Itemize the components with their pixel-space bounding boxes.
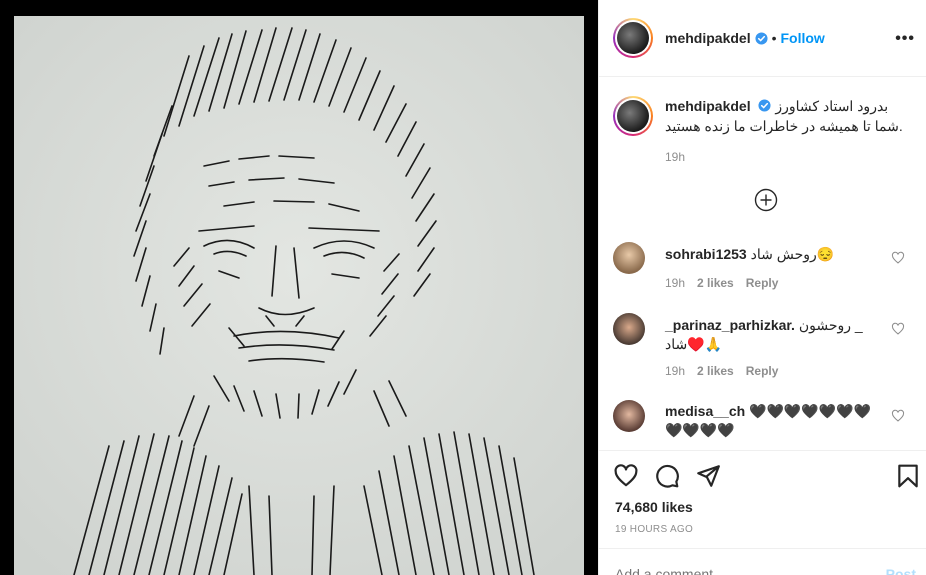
like-comment-heart-icon[interactable]	[891, 322, 905, 336]
caption: mehdipakdel بدرود استاد کشاورز شما تا هم…	[613, 96, 913, 164]
separator-dot: •	[771, 30, 777, 46]
post-timestamp[interactable]: 19 HOURS AGO	[615, 524, 693, 535]
caption-timestamp[interactable]: 19h	[665, 150, 685, 164]
comment-text-continued: شاد♥️🙏	[665, 336, 723, 352]
post-media-pane	[0, 0, 598, 575]
likes-count[interactable]: 74,680 likes	[615, 499, 693, 515]
verified-badge-icon	[755, 31, 768, 45]
comment-text: 🖤🖤🖤🖤🖤🖤🖤	[749, 403, 872, 419]
add-comment-input[interactable]	[615, 566, 855, 575]
comment-body: sohrabi1253 روحش شاد😔	[665, 245, 885, 264]
divider	[599, 450, 926, 451]
comment-body: medisa__ch 🖤🖤🖤🖤🖤🖤🖤 🖤🖤🖤🖤	[665, 402, 885, 440]
post-comment-button[interactable]: Post	[886, 566, 916, 575]
follow-button[interactable]: Follow	[781, 30, 825, 46]
avatar-border	[615, 20, 651, 56]
caption-line-1: بدرود استاد کشاورز	[775, 98, 889, 114]
like-comment-heart-icon[interactable]	[891, 409, 905, 423]
share-paper-plane-icon[interactable]	[695, 463, 721, 489]
save-bookmark-icon[interactable]	[895, 463, 921, 489]
comment-meta: 19h 2 likes Reply	[665, 364, 778, 378]
comment-text-continued: 🖤🖤🖤🖤	[665, 422, 735, 438]
more-options-button[interactable]: •••	[895, 30, 915, 48]
caption-username[interactable]: mehdipakdel	[665, 98, 751, 114]
line-art-portrait	[14, 16, 584, 575]
avatar-border	[615, 98, 651, 134]
author-avatar[interactable]	[613, 18, 653, 58]
commenter-avatar[interactable]	[613, 400, 645, 432]
commenter-username[interactable]: medisa__ch	[665, 403, 745, 419]
comment-likes[interactable]: 2 likes	[697, 276, 734, 290]
caption-line-2: شما تا همیشه در خاطرات ما زنده هستید.	[665, 118, 903, 134]
comment-body: _parinaz_parhizkar. روحشون _ شاد♥️🙏	[665, 316, 885, 354]
comment-text: روحش شاد😔	[750, 246, 835, 262]
avatar-image	[617, 100, 649, 132]
like-comment-heart-icon[interactable]	[891, 251, 905, 265]
verified-badge-icon	[758, 99, 772, 112]
reply-button[interactable]: Reply	[746, 364, 779, 378]
divider	[599, 548, 926, 549]
comment-time[interactable]: 19h	[665, 364, 685, 378]
caption-avatar[interactable]	[613, 96, 653, 136]
commenter-username[interactable]: _parinaz_parhizkar.	[665, 317, 795, 333]
portrait-sketch-image[interactable]	[14, 16, 584, 575]
post-header: mehdipakdel • Follow •••	[599, 0, 926, 77]
commenter-username[interactable]: sohrabi1253	[665, 246, 747, 262]
reply-button[interactable]: Reply	[746, 276, 779, 290]
like-heart-icon[interactable]	[613, 463, 639, 489]
comment-bubble-icon[interactable]	[654, 463, 680, 489]
post-details-pane: mehdipakdel • Follow ••• mehdipakdel بدر…	[598, 0, 926, 575]
comment-time[interactable]: 19h	[665, 276, 685, 290]
caption-text: mehdipakdel بدرود استاد کشاورز شما تا هم…	[665, 96, 903, 136]
comment-likes[interactable]: 2 likes	[697, 364, 734, 378]
avatar-image	[617, 22, 649, 54]
comment-text: روحشون _	[798, 317, 863, 333]
comment-meta: 19h 2 likes Reply	[665, 276, 778, 290]
load-more-comments-icon[interactable]	[754, 188, 778, 212]
author-username[interactable]: mehdipakdel	[665, 30, 751, 46]
commenter-avatar[interactable]	[613, 242, 645, 274]
commenter-avatar[interactable]	[613, 313, 645, 345]
